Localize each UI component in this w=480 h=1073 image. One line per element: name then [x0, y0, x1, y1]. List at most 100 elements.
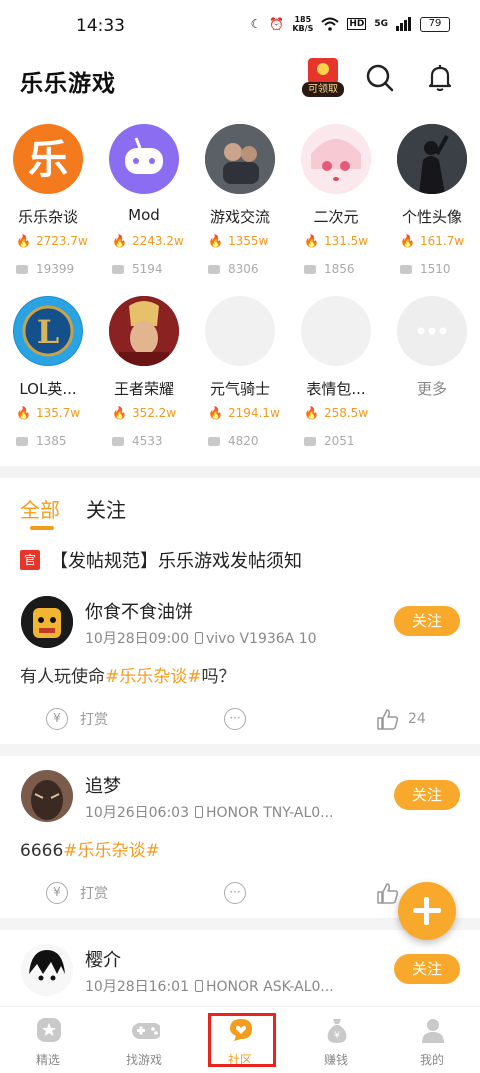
like-button[interactable]: 24: [376, 708, 426, 730]
category-item[interactable]: 王者荣耀 🔥 352.2w 4533: [96, 290, 192, 458]
category-item[interactable]: 游戏交流 🔥 1355w 8306: [192, 118, 288, 286]
user-avatar[interactable]: [21, 770, 73, 822]
alarm-icon: ⏰: [269, 17, 285, 31]
category-item[interactable]: 元气骑士 🔥 2194.1w 4820: [192, 290, 288, 458]
comment-button[interactable]: ···: [224, 882, 258, 904]
follow-button[interactable]: 关注: [394, 954, 460, 984]
category-name: 更多: [416, 380, 447, 398]
phone-icon: [194, 632, 203, 644]
category-hot: 🔥 258.5w: [304, 406, 369, 420]
comment-icon: [112, 437, 124, 446]
user-name[interactable]: 樱介: [85, 946, 121, 972]
category-avatar-soul-knight: [205, 296, 275, 366]
flame-icon: 🔥: [304, 234, 319, 248]
follow-button[interactable]: 关注: [394, 606, 460, 636]
post-card[interactable]: 你食不食油饼 10月28日09:00 vivo V1936A 10 关注 有人玩使…: [0, 596, 480, 736]
post-text[interactable]: 6666#乐乐杂谈#: [20, 836, 160, 861]
red-packet-button[interactable]: 可领取: [302, 58, 344, 97]
phone-icon: [194, 980, 203, 992]
comment-icon: [112, 265, 124, 274]
flame-icon: 🔥: [112, 406, 127, 420]
app-title: 乐乐游戏: [20, 71, 116, 97]
category-item[interactable]: 二次元 🔥 131.5w 1856: [288, 118, 384, 286]
app-header: 乐乐游戏 可领取: [0, 52, 480, 108]
user-name[interactable]: 追梦: [85, 772, 121, 798]
category-hot: 🔥 2723.7w: [16, 234, 88, 248]
comment-bubble-icon: ···: [224, 882, 246, 904]
reward-button[interactable]: ¥ 打赏: [46, 708, 108, 730]
svg-text:¥: ¥: [334, 1031, 340, 1041]
hd-icon: HD: [347, 18, 367, 30]
category-comments: 1385: [16, 434, 67, 448]
comment-icon: [400, 265, 412, 274]
user-avatar[interactable]: [21, 944, 73, 996]
reward-button[interactable]: ¥ 打赏: [46, 882, 108, 904]
tab-featured[interactable]: 精选: [0, 1007, 96, 1073]
flame-icon: 🔥: [16, 234, 31, 248]
tab-label: 我的: [419, 1053, 444, 1067]
flame-icon: 🔥: [208, 406, 223, 420]
comment-bubble-icon: ···: [224, 708, 246, 730]
net-speed: 185 KB/S: [292, 15, 314, 33]
category-comments: 8306: [208, 262, 259, 276]
like-button[interactable]: [376, 882, 400, 904]
comment-icon: [208, 437, 220, 446]
category-item[interactable]: Mod 🔥 2243.2w 5194: [96, 118, 192, 286]
search-icon[interactable]: [364, 62, 396, 94]
category-name: 二次元: [313, 208, 359, 226]
category-item[interactable]: L LOL英... 🔥 135.7w 1385: [0, 290, 96, 458]
user-avatar[interactable]: [21, 596, 73, 648]
category-name: LOL英...: [19, 380, 77, 398]
status-time: 14:33: [76, 16, 125, 36]
category-comments: 19399: [16, 262, 74, 276]
star-icon: [37, 1018, 61, 1042]
coin-icon: [317, 63, 329, 75]
category-hot: 🔥 135.7w: [16, 406, 81, 420]
tab-label: 找游戏: [125, 1053, 162, 1067]
category-name: 个性头像: [401, 208, 462, 226]
category-comments: 5194: [112, 262, 163, 276]
official-notice[interactable]: 官 【发帖规范】乐乐游戏发帖须知: [20, 547, 302, 573]
tab-label: 赚钱: [323, 1053, 348, 1067]
category-hot: 🔥 1355w: [208, 234, 269, 248]
tab-find-games[interactable]: 找游戏: [96, 1007, 192, 1073]
category-comments: 1510: [400, 262, 451, 276]
tab-earn[interactable]: ¥ 赚钱: [288, 1007, 384, 1073]
yen-icon: ¥: [46, 708, 68, 730]
yen-icon: ¥: [46, 882, 68, 904]
category-item[interactable]: 个性头像 🔥 161.7w 1510: [384, 118, 480, 286]
category-name: 元气骑士: [209, 380, 270, 398]
category-item[interactable]: 乐 乐乐杂谈 🔥 2723.7w 19399: [0, 118, 96, 286]
tab-all[interactable]: 全部: [20, 494, 60, 530]
flame-icon: 🔥: [304, 406, 319, 420]
follow-button[interactable]: 关注: [394, 780, 460, 810]
wifi-icon: [321, 17, 339, 31]
category-item[interactable]: 表情包... 🔥 258.5w 2051: [288, 290, 384, 458]
comment-icon: [16, 437, 28, 446]
post-text[interactable]: 有人玩使命#乐乐杂谈#吗？: [20, 662, 236, 687]
notice-text: 【发帖规范】乐乐游戏发帖须知: [50, 551, 302, 572]
category-avatar-lol: L: [13, 296, 83, 366]
tab-mine[interactable]: 我的: [384, 1007, 480, 1073]
category-more[interactable]: 更多: [384, 290, 480, 458]
official-tag: 官: [20, 550, 40, 570]
post-card[interactable]: 樱介 10月28日16:01 HONOR ASK-AL0... 关注: [0, 944, 480, 1004]
topic-tag[interactable]: #乐乐杂谈#: [105, 667, 202, 687]
category-hot: 🔥 352.2w: [112, 406, 177, 420]
create-post-button[interactable]: [398, 882, 456, 940]
section-divider: [0, 466, 480, 478]
phone-icon: [194, 806, 203, 818]
post-meta: 10月26日06:03 HONOR TNY-AL0...: [85, 805, 334, 821]
topic-tag[interactable]: #乐乐杂谈#: [63, 841, 160, 861]
svg-text:L: L: [37, 313, 60, 351]
tab-following[interactable]: 关注: [86, 494, 126, 523]
feed-tabs: 全部 关注: [20, 494, 126, 530]
comment-button[interactable]: ···: [224, 708, 258, 730]
bell-icon[interactable]: [424, 62, 456, 94]
flame-icon: 🔥: [16, 406, 31, 420]
category-avatar-lele: 乐: [13, 124, 83, 194]
status-icons: ☾ ⏰ 185 KB/S HD 5G 79: [251, 15, 450, 33]
comment-icon: [208, 265, 220, 274]
post-meta: 10月28日09:00 vivo V1936A 10: [85, 631, 317, 647]
user-name[interactable]: 你食不食油饼: [85, 598, 193, 624]
